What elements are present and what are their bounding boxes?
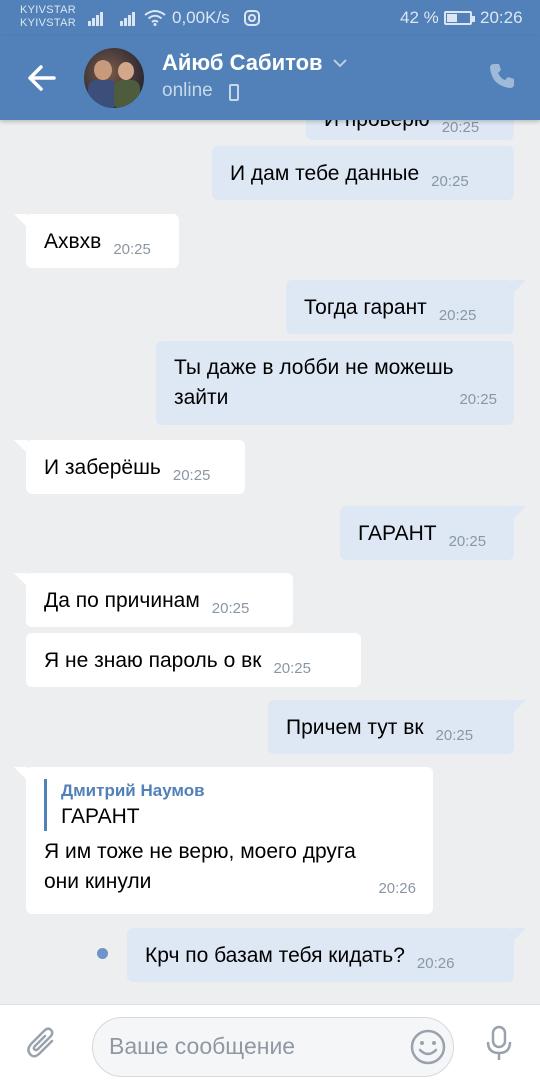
message-text-line: они кинули [44,870,152,893]
message-time: 20:25 [113,241,151,258]
arrow-left-icon[interactable] [22,60,62,96]
message-time: 20:25 [435,727,474,744]
message-time: 20:25 [431,173,469,190]
message-text: И заберёшь [44,456,161,479]
message-bubble-out[interactable]: Тогда гарант 20:25 [286,280,526,334]
unread-indicator [97,948,108,959]
message-bubble-in[interactable]: Дмитрий Наумов ГАРАНТ Я им тоже не верю,… [14,767,433,914]
message-time: 20:26 [378,880,416,897]
signal-icon [88,8,104,26]
message-bubble-in[interactable]: Я не знаю пароль о вк 20:25 [26,633,361,687]
avatar[interactable] [84,48,144,108]
clock: 20:26 [480,8,523,27]
message-time: 20:25 [448,533,487,550]
message-time: 20:25 [459,391,497,408]
message-text: Я не знаю пароль о вк [44,649,262,672]
message-time: 20:25 [211,600,250,617]
message-time: 20:25 [273,660,311,677]
carrier-labels: KYIVSTAR KYIVSTAR [20,4,76,30]
chevron-down-icon[interactable] [333,58,347,68]
message-bubble-out[interactable]: Причем тут вк 20:25 [268,700,526,754]
message-time: 20:25 [438,307,477,324]
message-text-line: зайти [174,386,229,409]
message-text: И проверю [324,120,430,131]
reply-text: ГАРАНТ [61,805,140,828]
message-input[interactable]: Ваше сообщение [92,1017,454,1077]
message-bubble-in[interactable]: Ахвхв 20:25 [14,214,179,268]
message-bubble-out[interactable]: ГАРАНТ 20:25 [340,506,526,560]
message-text: Крч по базам тебя кидать? [145,944,405,967]
message-text: Тогда гарант [304,296,427,319]
battery-icon [444,11,475,25]
message-text: ГАРАНТ [358,522,437,545]
chat-header: Айюб Сабитов online [0,36,540,120]
instagram-icon [244,10,260,26]
message-bubble-out[interactable]: И проверю 20:25 [306,120,514,140]
message-text-line: Я им тоже не верю, моего друга [44,840,356,863]
message-bubble-out[interactable]: Крч по базам тебя кидать? 20:26 [127,928,526,982]
presence-status: online [162,80,213,101]
message-bubble-out[interactable]: Ты даже в лобби не можешь зайти 20:25 [156,341,514,425]
battery-percent: 42 % [400,8,439,27]
carrier-1: KYIVSTAR [20,4,76,16]
mobile-phone-icon [229,84,239,101]
message-time: 20:26 [416,955,455,972]
message-time: 20:25 [172,467,211,484]
microphone-icon[interactable] [486,1025,512,1063]
reply-author: Дмитрий Наумов [61,781,205,800]
message-list[interactable]: И проверю 20:25 И дам тебе данные 20:25 Ах… [0,120,540,1004]
message-time: 20:25 [441,120,480,136]
wifi-icon [144,10,166,26]
smile-icon[interactable] [409,1028,447,1066]
message-bubble-in[interactable]: Да по причинам 20:25 [14,573,293,627]
network-speed: 0,00K/s [172,8,230,27]
reply-quote[interactable]: Дмитрий Наумов ГАРАНТ [44,779,415,831]
message-text: Причем тут вк [286,716,424,739]
message-bubble-in[interactable]: И заберёшь 20:25 [14,440,245,494]
status-bar: KYIVSTAR KYIVSTAR 0,00K/s 42 % 20:26 [0,0,540,36]
message-text: Ахвхв [44,230,102,253]
paperclip-icon[interactable] [26,1025,58,1061]
phone-call-icon[interactable] [488,62,516,90]
message-bubble-out[interactable]: И дам тебе данные 20:25 [212,146,514,200]
signal-icon [120,8,136,26]
message-text: Да по причинам [44,589,200,612]
message-text-line: Ты даже в лобби не можешь [174,356,454,379]
contact-name[interactable]: Айюб Сабитов [162,50,323,76]
message-input-placeholder: Ваше сообщение [109,1033,296,1059]
message-text: И дам тебе данные [230,162,420,185]
message-composer: Ваше сообщение [0,1004,540,1080]
carrier-2: KYIVSTAR [20,17,76,29]
